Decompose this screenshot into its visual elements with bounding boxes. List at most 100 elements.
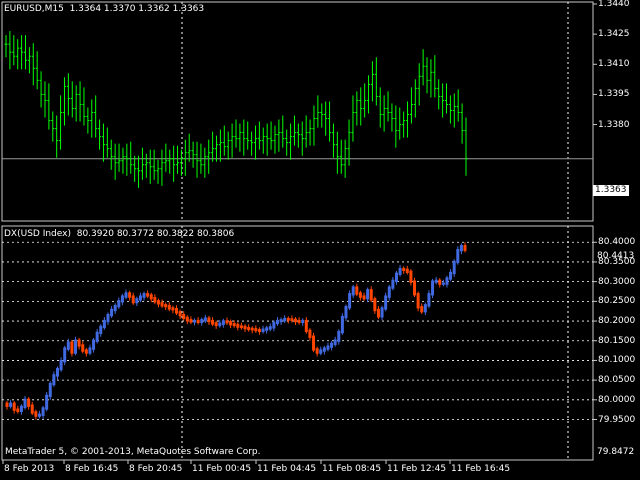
upper-bar (125, 143, 129, 176)
upper-bar (425, 57, 429, 94)
upper-bar (203, 147, 207, 178)
lower-candle (110, 306, 114, 318)
upper-bar (445, 83, 449, 114)
upper-bar (195, 141, 199, 178)
lower-candle (304, 317, 308, 334)
upper-bar (59, 95, 63, 150)
upper-bar (285, 129, 289, 156)
time-tick-label: 8 Feb 2013 (4, 464, 55, 474)
lower-candle (171, 305, 175, 314)
upper-bar (296, 123, 300, 148)
lower-candle (254, 325, 258, 333)
upper-bar (394, 105, 398, 148)
upper-bar (378, 87, 382, 128)
chart-canvas[interactable] (0, 0, 640, 480)
lower-tick-label: 80.3000 (598, 276, 636, 287)
upper-bar (250, 131, 254, 156)
upper-bar (47, 83, 51, 130)
lower-candle (37, 410, 41, 419)
lower-candle (290, 315, 294, 323)
lower-candle (351, 284, 355, 299)
upper-bar (367, 75, 371, 114)
lower-tick-label: 80.2000 (598, 316, 636, 327)
upper-bar (429, 59, 433, 98)
lower-candle (23, 395, 27, 410)
upper-bar (328, 101, 332, 142)
upper-bar (183, 139, 187, 176)
upper-bar (152, 149, 156, 180)
lower-candle (156, 298, 160, 308)
lower-candle (445, 275, 449, 288)
lower-candle (63, 345, 67, 366)
upper-bar (16, 39, 20, 70)
upper-bar (370, 61, 374, 102)
lower-candle (106, 312, 110, 325)
upper-bar (176, 145, 180, 174)
upper-tick-label: 1.3395 (598, 89, 630, 100)
upper-bar (27, 47, 31, 74)
upper-bar (456, 89, 460, 122)
upper-bar (386, 91, 390, 122)
lower-candle (283, 315, 287, 324)
lower-candle (120, 293, 124, 306)
lower-candle (312, 332, 316, 353)
upper-bar (94, 95, 98, 138)
upper-bar (324, 101, 328, 136)
upper-bar (464, 117, 468, 176)
lower-candle (153, 294, 157, 305)
upper-bar (413, 79, 417, 118)
upper-panel-frame (1, 1, 594, 222)
upper-bar (269, 121, 273, 150)
upper-bar (460, 103, 464, 144)
lower-candle (193, 318, 197, 326)
lower-candle (434, 276, 438, 285)
upper-bar (304, 115, 308, 148)
lower-candle (337, 329, 341, 345)
lower-candle (358, 290, 362, 301)
lower-candle (27, 397, 31, 410)
lower-candle (297, 317, 301, 325)
lower-bottom-value: 79.8472 (597, 447, 635, 457)
upper-bar (234, 119, 238, 148)
lower-candle (225, 317, 229, 325)
upper-bar (133, 155, 137, 182)
lower-candle (113, 303, 117, 314)
lower-candle (70, 339, 74, 357)
lower-candle (48, 381, 52, 400)
lower-candle (247, 324, 251, 332)
lower-candle (384, 292, 388, 312)
lower-candle (268, 323, 272, 332)
upper-bar (39, 71, 43, 108)
lower-candle (275, 317, 279, 326)
lower-tick-label: 80.1500 (598, 335, 636, 346)
lower-candle (413, 277, 417, 298)
upper-bar (164, 143, 168, 172)
lower-candle (301, 318, 305, 326)
lower-candle (203, 314, 207, 324)
upper-bar (277, 119, 281, 152)
upper-bar (148, 149, 152, 184)
lower-candle (319, 346, 323, 356)
lower-symbol-label: DX(USD Index) (4, 229, 71, 239)
upper-bar (90, 99, 94, 138)
upper-bar (273, 125, 277, 154)
upper-bar (31, 43, 35, 86)
lower-candle (239, 322, 243, 330)
lower-candle (135, 296, 139, 307)
lower-candle (77, 337, 81, 350)
lower-candle (164, 302, 168, 311)
lower-candle (142, 291, 146, 301)
upper-bar (417, 63, 421, 106)
upper-bar (207, 139, 211, 174)
upper-bar (382, 95, 386, 132)
upper-bar (51, 111, 55, 142)
lower-candle (438, 278, 442, 288)
upper-bar (292, 115, 296, 146)
upper-bar (101, 123, 105, 162)
upper-bar (246, 121, 250, 150)
upper-bar (4, 35, 8, 58)
lower-candle (405, 265, 409, 275)
lower-candle (12, 400, 16, 414)
lower-candle (30, 401, 34, 416)
lower-tick-label: 80.2500 (598, 296, 636, 307)
